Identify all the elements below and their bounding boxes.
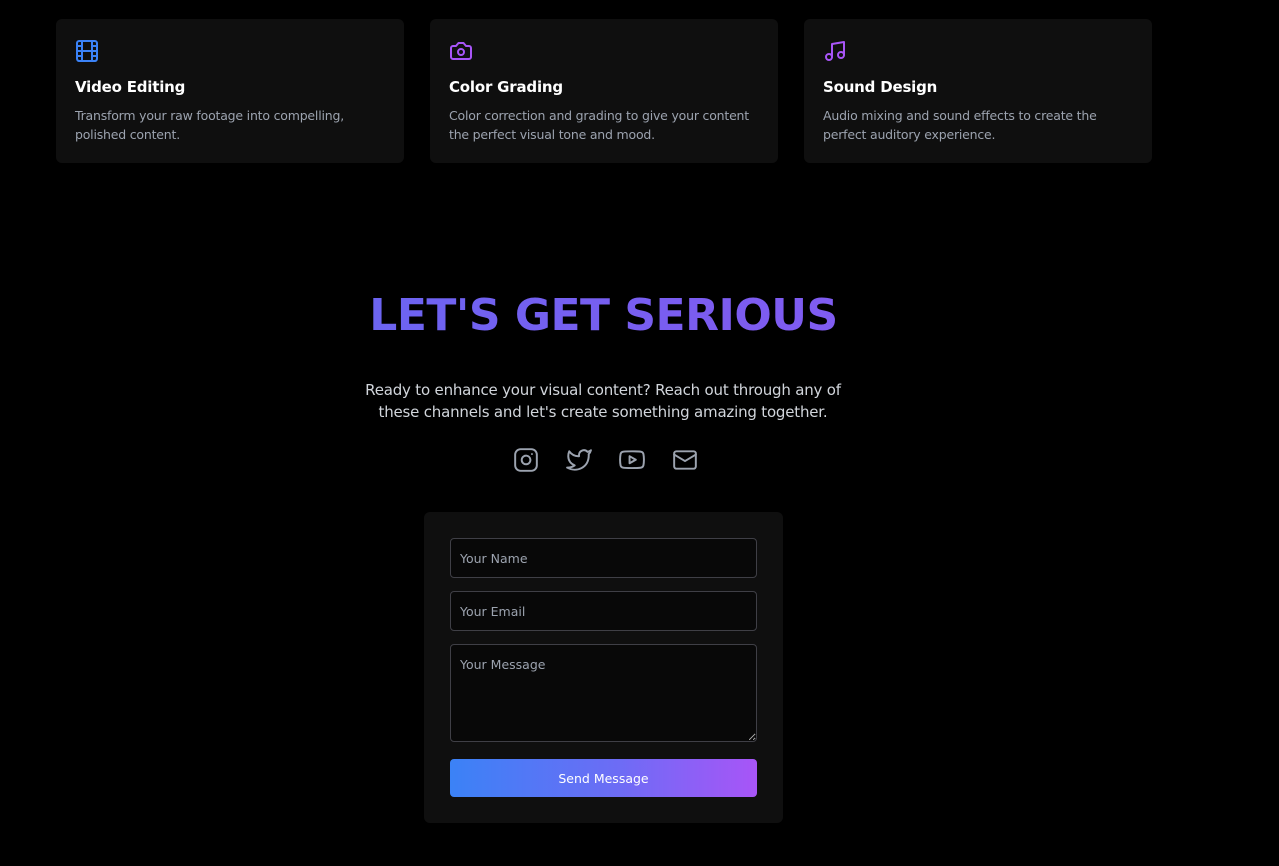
services-section: Video Editing Transform your raw footage… xyxy=(56,19,1152,163)
service-card-video-editing: Video Editing Transform your raw footage… xyxy=(56,19,404,163)
youtube-icon[interactable] xyxy=(619,447,645,473)
name-input[interactable] xyxy=(450,538,757,578)
mail-icon[interactable] xyxy=(672,447,698,473)
service-title: Sound Design xyxy=(823,78,938,96)
email-input[interactable] xyxy=(450,591,757,631)
instagram-icon[interactable] xyxy=(513,447,539,473)
twitter-icon[interactable] xyxy=(566,447,592,473)
message-textarea[interactable] xyxy=(450,644,757,742)
music-icon xyxy=(823,39,847,63)
service-card-sound-design: Sound Design Audio mixing and sound effe… xyxy=(804,19,1152,163)
contact-form: Send Message xyxy=(424,512,783,823)
service-title: Video Editing xyxy=(75,78,186,96)
service-card-color-grading: Color Grading Color correction and gradi… xyxy=(430,19,778,163)
contact-title: LET'S GET SERIOUS xyxy=(0,290,1207,341)
service-description: Audio mixing and sound effects to create… xyxy=(823,108,1097,142)
page: Video Editing Transform your raw footage… xyxy=(0,0,1279,866)
film-icon xyxy=(75,39,99,63)
service-description: Transform your raw footage into compelli… xyxy=(75,108,344,142)
contact-subtitle: Ready to enhance your visual content? Re… xyxy=(365,381,841,421)
send-message-button[interactable]: Send Message xyxy=(450,759,757,797)
camera-icon xyxy=(449,39,473,63)
service-title: Color Grading xyxy=(449,78,563,96)
service-description: Color correction and grading to give you… xyxy=(449,108,749,142)
social-links xyxy=(513,447,698,473)
